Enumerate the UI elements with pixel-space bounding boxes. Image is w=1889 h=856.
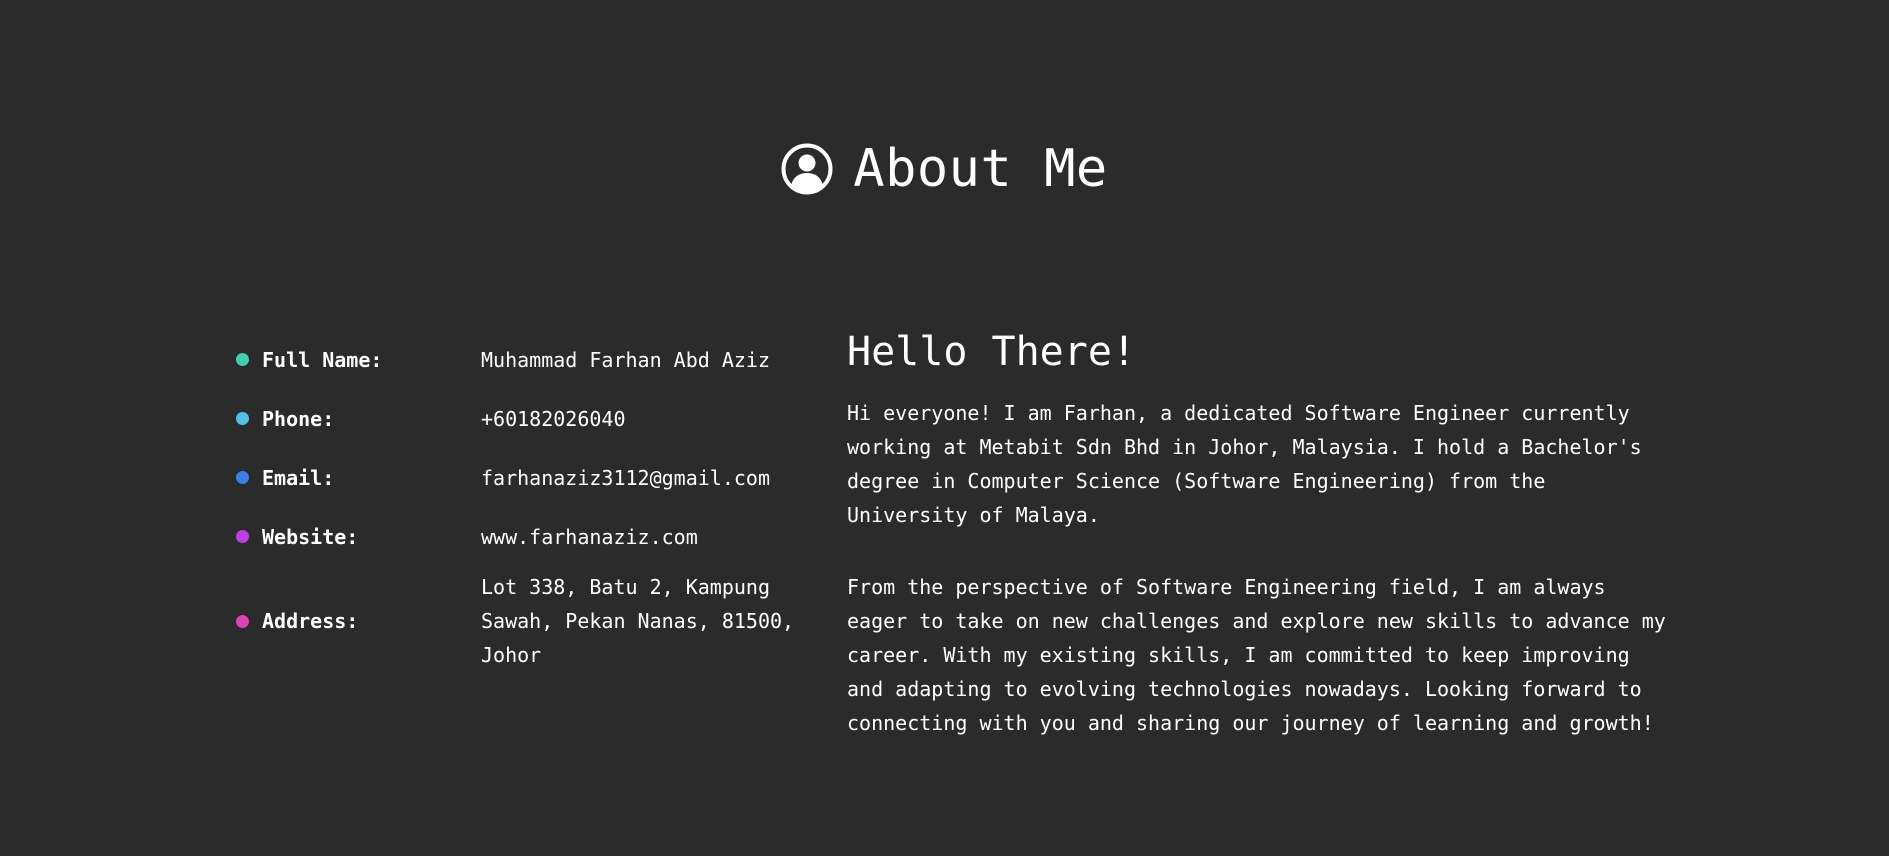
user-circle-icon [781,143,833,195]
info-row-email: Email: farhanaziz3112@gmail.com [236,448,816,507]
info-label: Address: [262,609,359,633]
bullet-dot [236,530,249,543]
info-label: Phone: [262,406,335,431]
info-value: www.farhanaziz.com [481,524,698,549]
bullet-dot [236,471,249,484]
info-value: Lot 338, Batu 2, Kampung Sawah, Pekan Na… [481,575,795,667]
bullet-dot [236,614,249,628]
section-header: About Me [0,137,1889,201]
info-row-full-name: Full Name: Muhammad Farhan Abd Aziz [236,330,816,389]
bio-paragraph: From the perspective of Software Enginee… [847,575,1666,735]
bio-title: Hello There! [847,329,1136,375]
info-label: Full Name: [262,347,383,372]
info-value: +60182026040 [481,406,626,431]
info-label: Email: [262,465,335,490]
personal-info-list: Full Name: Muhammad Farhan Abd Aziz Phon… [236,330,816,672]
bio-section: Hello There! Hi everyone! I am Farhan, a… [847,326,1677,778]
info-value: Muhammad Farhan Abd Aziz [481,347,770,372]
bullet-dot [236,412,249,425]
info-row-phone: Phone: +60182026040 [236,389,816,448]
bullet-dot [236,353,249,366]
info-row-address: Address: Lot 338, Batu 2, Kampung Sawah,… [236,570,816,672]
page-title: About Me [853,139,1108,199]
info-label: Website: [262,524,359,549]
info-value: farhanaziz3112@gmail.com [481,465,770,490]
about-me-page: About Me Full Name: Muhammad Farhan Abd … [0,0,1889,856]
bio-paragraph: Hi everyone! I am Farhan, a dedicated So… [847,401,1642,527]
info-row-website: Website: www.farhanaziz.com [236,507,816,566]
